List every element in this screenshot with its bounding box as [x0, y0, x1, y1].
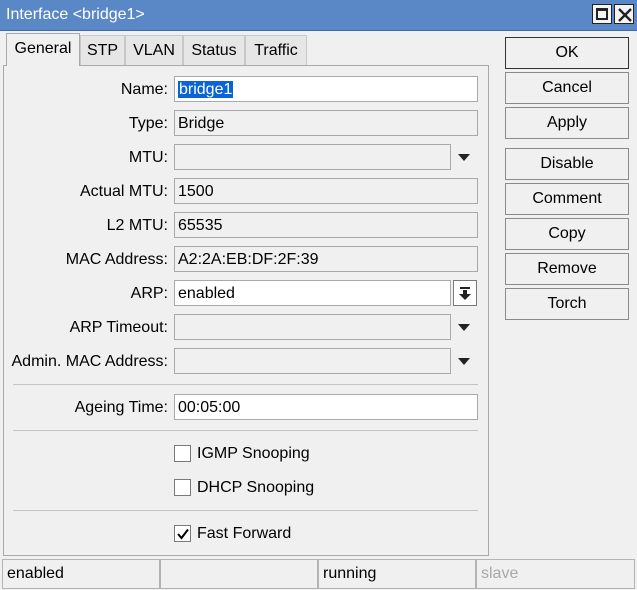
torch-button[interactable]: Torch — [505, 288, 629, 320]
ageing-time-label: Ageing Time: — [74, 399, 168, 416]
dhcp-snooping-label: DHCP Snooping — [197, 479, 315, 496]
tab-label: General — [14, 40, 72, 57]
separator — [13, 430, 478, 431]
mac-address-value: A2:2A:EB:DF:2F:39 — [178, 251, 319, 268]
close-icon — [618, 8, 632, 22]
arp-value: enabled — [178, 285, 235, 302]
arp-timeout-dropdown-icon[interactable] — [458, 324, 470, 331]
status-running: running — [318, 559, 476, 589]
type-field: Bridge — [174, 110, 478, 136]
tab-label: Traffic — [254, 42, 298, 59]
type-value: Bridge — [178, 115, 225, 132]
name-value: bridge1 — [178, 81, 234, 98]
name-input[interactable]: bridge1 — [174, 76, 478, 102]
fast-forward-label: Fast Forward — [197, 525, 292, 542]
tab-traffic[interactable]: Traffic — [245, 35, 307, 65]
cancel-button[interactable]: Cancel — [505, 72, 629, 104]
maximize-icon — [596, 8, 608, 20]
separator — [13, 384, 478, 385]
mtu-dropdown-icon[interactable] — [458, 154, 470, 161]
tab-label: STP — [86, 42, 119, 59]
mtu-input[interactable] — [174, 144, 451, 170]
igmp-snooping-checkbox[interactable] — [174, 445, 191, 462]
mac-address-field: A2:2A:EB:DF:2F:39 — [174, 246, 478, 272]
admin-mac-input[interactable] — [174, 348, 451, 374]
checkmark-icon — [177, 528, 189, 540]
ageing-time-input[interactable]: 00:05:00 — [174, 394, 478, 420]
apply-button[interactable]: Apply — [505, 107, 629, 139]
close-button[interactable] — [614, 4, 634, 24]
arp-select[interactable]: enabled — [174, 280, 451, 306]
actual-mtu-field: 1500 — [174, 178, 478, 204]
actual-mtu-value: 1500 — [178, 183, 214, 200]
comment-button[interactable]: Comment — [505, 183, 629, 215]
tab-vlan[interactable]: VLAN — [125, 35, 183, 65]
copy-button[interactable]: Copy — [505, 218, 629, 250]
ageing-time-value: 00:05:00 — [178, 399, 241, 416]
tab-label: Status — [191, 42, 237, 59]
tab-status[interactable]: Status — [183, 35, 245, 65]
admin-mac-label: Admin. MAC Address: — [11, 353, 169, 370]
ok-button[interactable]: OK — [505, 37, 629, 69]
dhcp-snooping-checkbox[interactable] — [174, 479, 191, 496]
mtu-label: MTU: — [128, 149, 168, 166]
arp-dropdown-button[interactable] — [453, 280, 477, 306]
igmp-snooping-label: IGMP Snooping — [197, 445, 310, 462]
actual-mtu-label: Actual MTU: — [79, 183, 168, 200]
name-label: Name: — [120, 81, 168, 98]
arp-label: ARP: — [130, 285, 168, 302]
separator — [13, 510, 478, 511]
tab-general[interactable]: General — [6, 33, 80, 66]
admin-mac-dropdown-icon[interactable] — [458, 358, 470, 365]
mac-address-label: MAC Address: — [65, 251, 168, 268]
disable-button[interactable]: Disable — [505, 148, 629, 180]
arp-timeout-label: ARP Timeout: — [69, 319, 168, 336]
l2-mtu-value: 65535 — [178, 217, 223, 234]
l2-mtu-field: 65535 — [174, 212, 478, 238]
l2-mtu-label: L2 MTU: — [106, 217, 168, 234]
window-title: Interface <bridge1> — [6, 6, 145, 23]
type-label: Type: — [128, 115, 168, 132]
remove-button[interactable]: Remove — [505, 253, 629, 285]
status-state: enabled — [2, 559, 160, 589]
status-slave: slave — [476, 559, 635, 589]
status-middle — [160, 559, 318, 589]
arp-timeout-input[interactable] — [174, 314, 451, 340]
arrow-down-icon — [459, 287, 471, 300]
title-bar[interactable]: Interface <bridge1> — [0, 0, 637, 31]
maximize-button[interactable] — [592, 4, 612, 24]
tab-stp[interactable]: STP — [80, 35, 125, 65]
fast-forward-checkbox[interactable] — [174, 525, 191, 542]
tab-label: VLAN — [133, 42, 175, 59]
